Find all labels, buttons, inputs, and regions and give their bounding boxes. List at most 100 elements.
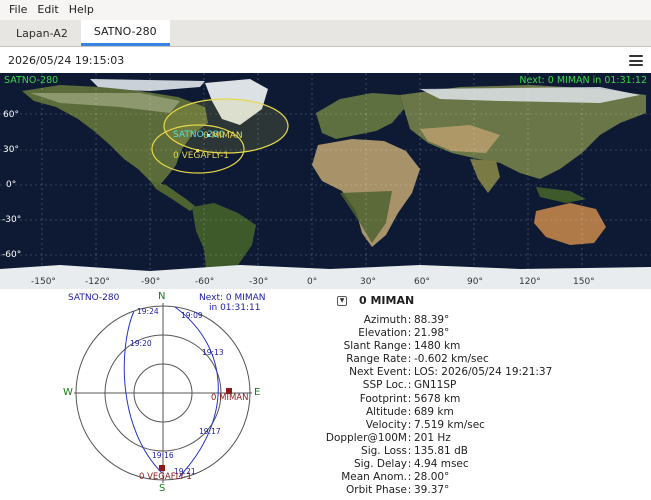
lon-label: -150° [31,277,56,287]
lon-label: 120° [519,277,541,287]
info-label: Next Event [349,366,407,379]
menubar: File Edit Help [0,0,651,20]
map-next-event: Next: 0 MIMAN in 01:31:12 [519,75,647,86]
tab-bar: Lapan-A2 SATNO-280 [0,20,651,47]
info-row: Sig. Delay:4.94 msec [325,458,651,471]
map-sat-label: SATNO-280 [4,75,59,86]
lon-label: -90° [141,277,161,287]
time-label: 19:20 [130,339,152,348]
lon-label: 60° [414,277,430,287]
info-table: Azimuth:88.39° Elevation:21.98° Slant Rang… [325,314,651,497]
info-value: 4.94 msec [414,458,469,471]
direction-n: N [158,291,166,302]
lat-label-60: 60° [3,110,19,120]
info-label: Doppler@100M [325,431,407,444]
polar-marker-miman-label: 0 MIMAN [211,393,249,403]
lat-label-30: 30° [3,145,19,155]
info-label: SSP Loc. [362,379,407,392]
info-value: 7.519 km/sec [414,418,485,431]
info-value: -0.602 km/sec [414,353,489,366]
lat-label-m30: -30° [2,215,22,225]
polar-marker-vegafly-label: 0 VEGAFLY-1 [139,472,192,482]
info-value: 201 Hz [414,431,451,444]
tab-satno-280[interactable]: SATNO-280 [80,20,170,46]
info-row: SSP Loc.: GN11SP [325,379,651,392]
direction-w: W [63,387,73,398]
info-value: 1480 km [414,340,461,353]
info-row: Elevation:21.98° [325,327,651,340]
time-label: 19:16 [152,451,174,460]
lon-label: -30° [249,277,269,287]
lon-label: -120° [85,277,110,287]
info-label: Elevation [358,327,407,340]
info-value: 39.37° [414,484,450,497]
dropdown-chevron-icon[interactable]: ▼ [337,295,347,306]
info-label: Sig. Delay [353,458,407,471]
world-map-view[interactable]: SATNO-280 Next: 0 MIMAN in 01:31:12 60° … [0,73,651,289]
info-value: 135.81 dB [414,444,468,457]
info-label: Sig. Loss [361,444,407,457]
map-canvas [0,73,651,289]
info-row: Footprint:5678 km [325,393,651,406]
app-window: File Edit Help Lapan-A2 SATNO-280 2026/0… [0,0,651,500]
polar-next-2: in 01:31:11 [209,303,261,313]
time-label: 19:13 [202,348,224,357]
lon-label: 0° [307,277,318,287]
pass-track-miman [174,306,219,478]
menu-help[interactable]: Help [64,0,99,20]
time-label: 19:17 [199,427,221,436]
lon-label: 150° [573,277,595,287]
menu-file[interactable]: File [4,0,32,20]
info-label: Altitude [365,405,407,418]
polar-title: SATNO-280 [68,293,120,303]
info-label: Mean Anom. [341,471,407,484]
info-value: LOS: 2026/05/24 19:21:37 [414,366,553,379]
time-label: 19:09 [181,311,203,320]
lon-label-strip: -150° -120° -90° -60° -30° 0° 30° 60° 90… [0,277,651,289]
lat-label-0: 0° [6,180,17,190]
tab-label: Lapan-A2 [16,27,68,40]
marker-vegafly [159,465,165,471]
info-value: 689 km [414,405,454,418]
info-row: Range Rate: -0.602 km/sec [325,353,651,366]
info-label: Azimuth [363,314,407,326]
menu-edit[interactable]: Edit [32,0,63,20]
info-row: Slant Range:1480 km [325,340,651,353]
info-label: Range Rate [346,353,407,366]
info-row: Velocity:7.519 km/sec [325,419,651,432]
info-value: 21.98° [414,327,450,340]
info-row: Doppler@100M:201 Hz [325,432,651,445]
info-row: Orbit Phase:39.37° [325,484,651,497]
info-label: Velocity [365,418,407,431]
time-label: 19:24 [137,307,159,316]
info-label: Orbit Phase [346,484,407,497]
info-header: ▼ 0 MIMAN [337,294,414,307]
tab-lapan-a2[interactable]: Lapan-A2 [3,21,81,46]
info-row: Mean Anom.:28.00° [325,471,651,484]
info-value: 5678 km [414,392,461,405]
sat-name-vegafly-1: 0 VEGAFLY-1 [173,151,229,161]
sat-name-miman: 0 MIMAN [203,131,243,141]
satellite-info-panel: ▼ 0 MIMAN Azimuth:88.39° Elevation:21.98°… [325,289,651,500]
info-label: Footprint [359,392,407,405]
info-row: Next Event: LOS: 2026/05/24 19:21:37 [325,366,651,379]
lon-label: 30° [360,277,376,287]
direction-e: E [254,387,261,398]
hamburger-menu-icon[interactable] [629,55,643,66]
time-header: 2026/05/24 19:15:03 [0,48,651,73]
info-value: GN11SP [414,379,457,392]
lon-label: 90° [467,277,483,287]
info-value: 88.39° [414,314,450,326]
lon-label: -60° [195,277,215,287]
info-row: Azimuth:88.39° [325,314,651,327]
info-label: Slant Range [343,340,407,353]
direction-s: S [159,483,166,494]
lat-label-m60: -60° [2,250,22,260]
polar-next-1: Next: 0 MIMAN [199,293,266,303]
info-row: Altitude:689 km [325,406,651,419]
info-title: 0 MIMAN [359,294,415,307]
tab-label: SATNO-280 [93,25,157,38]
info-value: 28.00° [414,471,450,484]
polar-view[interactable]: SATNO-280 Next: 0 MIMAN in 01:31:11 N S … [0,289,325,500]
info-row: Sig. Loss:135.81 dB [325,445,651,458]
